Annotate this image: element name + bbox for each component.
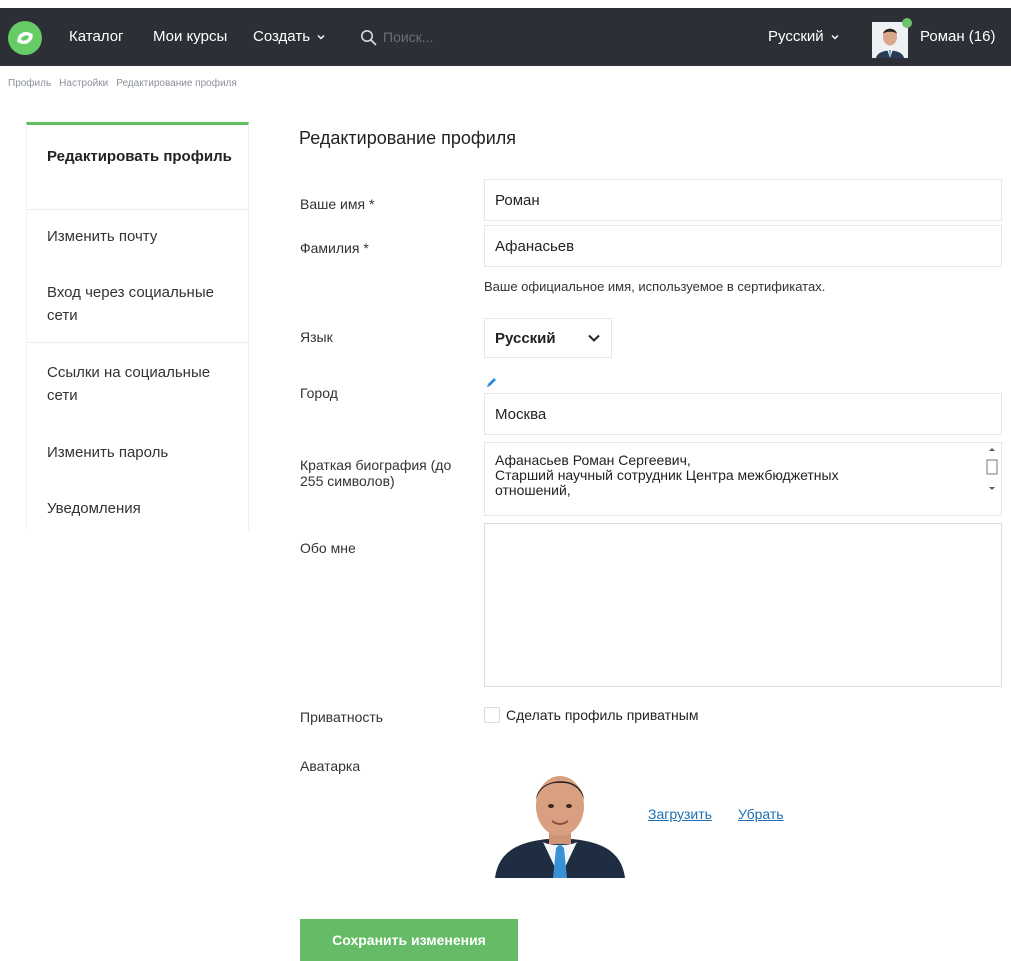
user-avatar[interactable] (872, 18, 912, 58)
settings-sidebar: Редактировать профиль Изменить почту Вхо… (26, 122, 249, 530)
user-photo-icon (872, 22, 908, 58)
language-label: Язык (300, 329, 333, 345)
save-changes-button[interactable]: Сохранить изменения (300, 919, 518, 961)
chevron-down-icon (831, 34, 839, 39)
user-menu[interactable]: Роман (16) (920, 28, 995, 45)
nav-catalog-link[interactable]: Каталог (69, 28, 124, 45)
logo-glyph (17, 31, 33, 45)
language-switcher-label: Русский (768, 28, 824, 45)
privacy-checkbox-label[interactable]: Сделать профиль приватным (506, 707, 698, 723)
avatar-photo-icon (495, 762, 625, 878)
breadcrumb: Профиль Настройки Редактирование профиля (8, 78, 237, 89)
sidebar-item-edit-profile[interactable]: Редактировать профиль (47, 145, 242, 168)
search-input[interactable] (383, 29, 493, 45)
city-label: Город (300, 385, 338, 401)
privacy-checkbox[interactable] (484, 707, 500, 723)
about-label: Обо мне (300, 540, 356, 556)
breadcrumb-settings[interactable]: Настройки (59, 78, 108, 89)
breadcrumb-edit-profile[interactable]: Редактирование профиля (116, 78, 237, 89)
language-select[interactable]: Русский (484, 318, 612, 358)
language-select-value: Русский (495, 329, 556, 347)
first-name-field[interactable] (484, 179, 1002, 221)
bio-line: Афанасьев Роман Сергеевич, (495, 452, 691, 468)
name-hint-text: Ваше официальное имя, используемое в сер… (484, 279, 826, 294)
city-field[interactable] (484, 393, 1002, 435)
upload-avatar-link[interactable]: Загрузить (648, 806, 712, 822)
sidebar-item-social-login[interactable]: Вход через социальные сети (47, 281, 242, 327)
bio-scrollbar[interactable] (985, 445, 999, 513)
top-navigation-bar: Каталог Мои курсы Создать Русский Роман … (0, 8, 1011, 66)
bio-label: Краткая биография (до 255 символов) (300, 457, 452, 489)
avatar-label: Аватарка (300, 758, 361, 774)
remove-avatar-link[interactable]: Убрать (738, 806, 784, 822)
search-box[interactable] (360, 24, 510, 50)
sidebar-divider (27, 342, 249, 343)
page-title: Редактирование профиля (299, 128, 517, 148)
sidebar-item-notifications[interactable]: Уведомления (47, 497, 242, 520)
bio-textarea[interactable]: Афанасьев Роман Сергеевич, Старший научн… (484, 442, 1002, 516)
language-switcher[interactable]: Русский (768, 28, 840, 45)
nav-create-menu[interactable]: Создать (253, 28, 326, 45)
nav-my-courses-link[interactable]: Мои курсы (153, 28, 227, 45)
nav-create-label: Создать (253, 28, 311, 45)
chevron-down-icon (317, 34, 325, 39)
pencil-icon[interactable] (486, 376, 498, 388)
sidebar-divider (27, 209, 249, 210)
online-status-indicator (902, 18, 912, 28)
bio-line: Старший научный сотрудник Центра межбюдж… (495, 467, 839, 483)
sidebar-item-change-password[interactable]: Изменить пароль (47, 441, 242, 464)
bio-line: отношений, (495, 482, 571, 498)
sidebar-item-social-links[interactable]: Ссылки на социальные сети (47, 361, 242, 407)
last-name-label: Фамилия * (300, 240, 369, 256)
sidebar-item-change-email[interactable]: Изменить почту (47, 225, 242, 248)
avatar-preview (495, 762, 625, 878)
breadcrumb-profile[interactable]: Профиль (8, 78, 51, 89)
first-name-label: Ваше имя * (300, 196, 375, 212)
last-name-field[interactable] (484, 225, 1002, 267)
chevron-down-icon (588, 334, 600, 342)
about-textarea[interactable] (484, 523, 1002, 687)
search-icon (361, 29, 377, 45)
logo-icon[interactable] (8, 21, 42, 55)
privacy-row: Сделать профиль приватным (484, 707, 698, 723)
privacy-label: Приватность (300, 709, 384, 725)
